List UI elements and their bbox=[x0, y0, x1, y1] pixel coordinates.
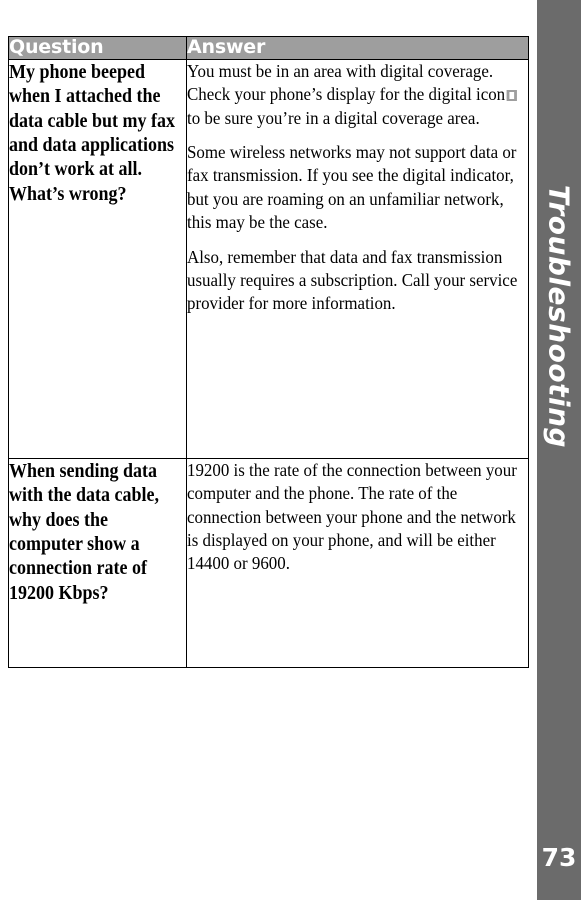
question-cell: When sending data with the data cable, w… bbox=[8, 457, 187, 668]
column-header-answer: Answer bbox=[186, 36, 529, 60]
digital-coverage-icon bbox=[507, 90, 518, 102]
answer-paragraph: You must be in an area with digital cove… bbox=[187, 60, 527, 130]
question-cell: My phone beeped when I attached the data… bbox=[8, 58, 187, 459]
answer-cell: You must be in an area with digital cove… bbox=[186, 58, 529, 459]
table-header: Question Answer bbox=[8, 36, 529, 60]
table-row: When sending data with the data cable, w… bbox=[8, 457, 529, 668]
section-tab: Troubleshooting 73 bbox=[537, 0, 581, 900]
answer-text-before-icon: You must be in an area with digital cove… bbox=[187, 60, 506, 105]
table-body: My phone beeped when I attached the data… bbox=[8, 58, 529, 668]
page-number: 73 bbox=[541, 843, 577, 872]
answer-paragraph: Some wireless networks may not support d… bbox=[187, 142, 517, 233]
answer-paragraph: Also, remember that data and fax transmi… bbox=[187, 246, 518, 314]
section-tab-label: Troubleshooting bbox=[542, 184, 576, 449]
table-header-row: Question Answer bbox=[8, 36, 529, 60]
answer-text-after-icon: to be sure you’re in a digital coverage … bbox=[187, 107, 480, 128]
answer-cell: 19200 is the rate of the connection betw… bbox=[186, 457, 529, 668]
faq-table: Question Answer My phone beeped when I a… bbox=[8, 36, 529, 668]
answer-paragraph: 19200 is the rate of the connection betw… bbox=[187, 459, 517, 574]
column-header-question: Question bbox=[8, 36, 187, 60]
question-text: When sending data with the data cable, w… bbox=[9, 459, 160, 604]
table-row: My phone beeped when I attached the data… bbox=[8, 58, 529, 459]
question-text: My phone beeped when I attached the data… bbox=[9, 60, 176, 205]
